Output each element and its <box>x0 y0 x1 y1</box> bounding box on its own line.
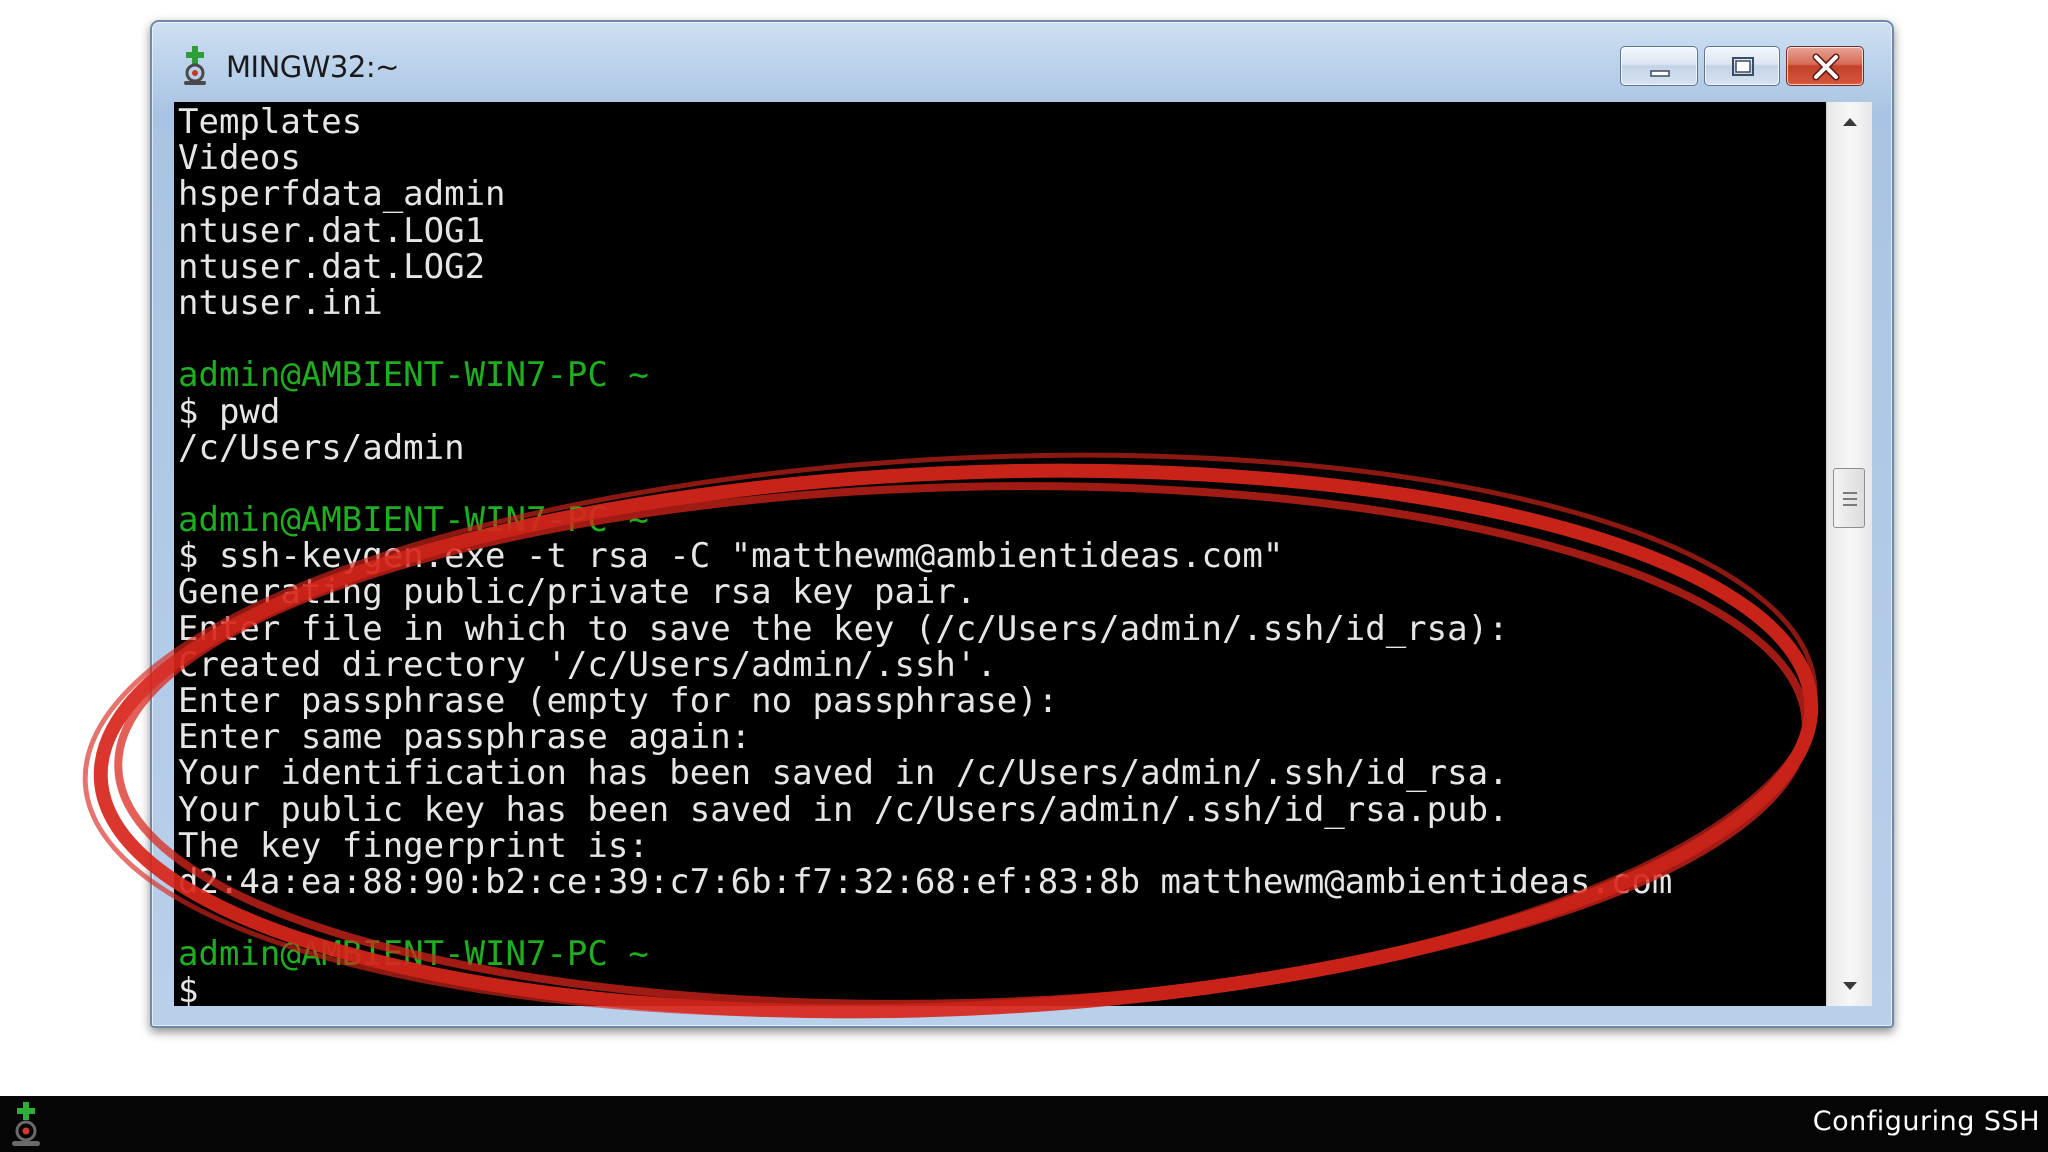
blank-line <box>178 321 1672 357</box>
terminal-window: MINGW32:~ Templates Videos hsperfdata_ad… <box>150 20 1894 1028</box>
console-line: ntuser.dat.LOG1 <box>178 210 486 251</box>
console-line: Videos <box>178 138 301 179</box>
scroll-down-arrow-icon[interactable] <box>1827 966 1873 1006</box>
console-line: Your identification has been saved in /c… <box>178 753 1509 794</box>
console-line: Templates <box>178 102 363 142</box>
console-line: The key fingerprint is: <box>178 825 649 866</box>
console-line: Enter file in which to save the key (/c/… <box>178 608 1509 649</box>
console-line: Enter passphrase (empty for no passphras… <box>178 681 1059 721</box>
console-line: $ pwd <box>178 391 281 432</box>
slide-caption: Configuring SSH <box>1812 1106 2040 1137</box>
grip-icon <box>1843 492 1857 506</box>
console-lines: Templates Videos hsperfdata_admin ntuser.da… <box>178 104 1672 1006</box>
console-line: $ ssh-keygen.exe -t rsa -C "matthewm@amb… <box>178 536 1284 577</box>
prompt-line: admin@AMBIENT-WIN7-PC ~ <box>178 355 649 396</box>
prompt-line: admin@AMBIENT-WIN7-PC ~ <box>178 500 649 541</box>
minimize-button[interactable] <box>1620 46 1698 86</box>
git-logo-icon <box>12 1102 40 1146</box>
prompt-line: admin@AMBIENT-WIN7-PC ~ <box>178 934 649 975</box>
console-line: d2:4a:ea:88:90:b2:ce:39:c7:6b:f7:32:68:e… <box>178 861 1673 902</box>
slide: MINGW32:~ Templates Videos hsperfdata_ad… <box>0 0 2048 1152</box>
title-bar[interactable]: MINGW32:~ <box>152 22 1892 104</box>
minimize-icon <box>1650 70 1670 77</box>
close-button[interactable] <box>1786 46 1864 86</box>
blank-line <box>178 900 1672 936</box>
blank-line <box>178 466 1672 502</box>
console-line: $ <box>178 970 199 1006</box>
maximize-button[interactable] <box>1704 46 1780 86</box>
console-line: Enter same passphrase again: <box>178 717 752 758</box>
console-output[interactable]: Templates Videos hsperfdata_admin ntuser.da… <box>174 102 1826 1006</box>
scroll-up-arrow-icon[interactable] <box>1827 102 1873 142</box>
console-line: /c/Users/admin <box>178 427 465 468</box>
console-line: Created directory '/c/Users/admin/.ssh'. <box>178 644 997 685</box>
footer-bar: Configuring SSH <box>0 1096 2048 1152</box>
close-icon <box>1812 53 1840 81</box>
scroll-thumb[interactable] <box>1833 468 1865 528</box>
console-line: ntuser.dat.LOG2 <box>178 246 486 287</box>
console-line: Generating public/private rsa key pair. <box>178 572 977 613</box>
window-title: MINGW32:~ <box>226 50 399 84</box>
console-line: hsperfdata_admin <box>178 174 506 215</box>
git-bash-icon <box>184 46 206 85</box>
console-line: ntuser.ini <box>178 282 383 323</box>
vertical-scrollbar[interactable] <box>1826 102 1872 1006</box>
console-line: Your public key has been saved in /c/Use… <box>178 789 1509 830</box>
maximize-icon <box>1732 57 1754 76</box>
